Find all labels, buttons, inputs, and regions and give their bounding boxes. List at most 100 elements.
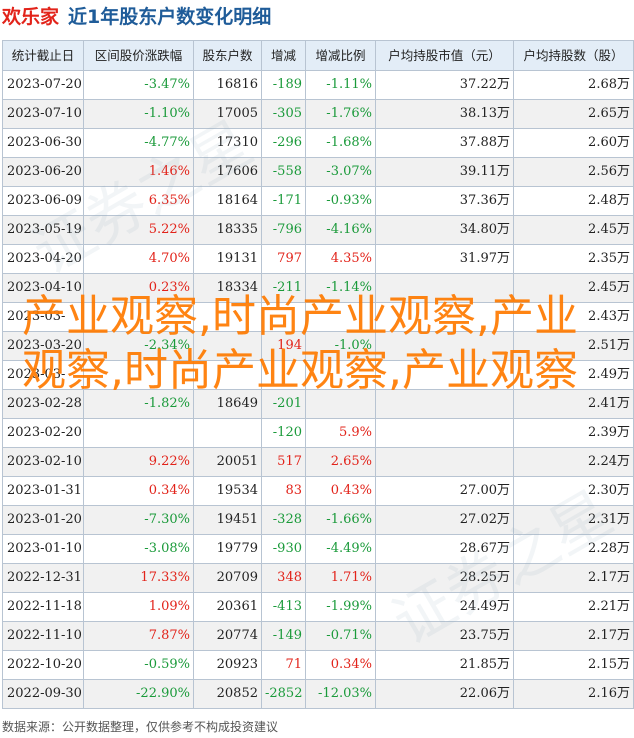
cell-avg-shares: 2.41万 xyxy=(513,389,634,419)
cell-change: -171 xyxy=(261,186,306,216)
cell-price-change xyxy=(83,302,194,332)
cell-change: 517 xyxy=(261,447,306,477)
cell-change-ratio: 0.43% xyxy=(305,476,376,506)
cell-change: -2852 xyxy=(261,679,306,709)
cell-avg-shares: 2.35万 xyxy=(513,244,634,274)
cell-change-ratio: -1.0% xyxy=(305,331,376,361)
cell-avg-value xyxy=(375,447,514,477)
cell-avg-shares: 2.56万 xyxy=(513,157,634,187)
cell-avg-value: 37.36万 xyxy=(375,186,514,216)
cell-date: 2023-07-20 xyxy=(2,70,84,100)
cell-avg-shares: 2.16万 xyxy=(513,679,634,709)
cell-holder-count xyxy=(193,360,262,390)
cell-holder-count: 19131 xyxy=(193,244,262,274)
cell-price-change: 0.34% xyxy=(83,476,194,506)
table-row: 2023-03-20 -2.34% 194 -1.0% 2.51万 xyxy=(2,331,634,361)
cell-avg-value xyxy=(375,360,514,390)
cell-change-ratio: -4.49% xyxy=(305,534,376,564)
cell-avg-value: 27.02万 xyxy=(375,505,514,535)
cell-change: -558 xyxy=(261,157,306,187)
cell-date: 2023-04-20 xyxy=(2,244,84,274)
cell-price-change: 5.22% xyxy=(83,215,194,245)
cell-change-ratio: -1.14% xyxy=(305,273,376,303)
cell-price-change: 0.23% xyxy=(83,273,194,303)
cell-avg-value: 28.25万 xyxy=(375,563,514,593)
cell-avg-value xyxy=(375,418,514,448)
cell-price-change: 7.87% xyxy=(83,621,194,651)
cell-price-change: -4.77% xyxy=(83,128,194,158)
table-row: 2022-11-18 1.09% 20361 -413 -1.99% 24.49万 2.21… xyxy=(2,592,634,622)
cell-avg-value: 21.85万 xyxy=(375,650,514,680)
cell-holder-count: 20051 xyxy=(193,447,262,477)
cell-holder-count: 17005 xyxy=(193,99,262,129)
table-row: 2023-06-09 6.35% 18164 -171 -0.93% 37.36万 2.48… xyxy=(2,186,634,216)
cell-avg-shares: 2.45万 xyxy=(513,273,634,303)
cell-change: -930 xyxy=(261,534,306,564)
cell-avg-shares: 2.17万 xyxy=(513,563,634,593)
source-note: 数据来源：公开数据整理，仅供参考不构成投资建议 xyxy=(2,720,279,734)
cell-avg-shares: 2.17万 xyxy=(513,621,634,651)
cell-price-change: 6.35% xyxy=(83,186,194,216)
cell-avg-shares: 2.21万 xyxy=(513,592,634,622)
cell-price-change: -7.30% xyxy=(83,505,194,535)
cell-date: 2023-01-31 xyxy=(2,476,84,506)
cell-date: 2023-03- xyxy=(2,360,84,390)
cell-holder-count: 18649 xyxy=(193,389,262,419)
cell-price-change: -0.59% xyxy=(83,650,194,680)
cell-avg-value: 39.11万 xyxy=(375,157,514,187)
page-title: 近1年股东户数变化明细 xyxy=(68,6,272,28)
cell-avg-shares: 2.51万 xyxy=(513,331,634,361)
cell-price-change: 1.09% xyxy=(83,592,194,622)
cell-holder-count: 20774 xyxy=(193,621,262,651)
cell-holder-count: 17310 xyxy=(193,128,262,158)
cell-change xyxy=(261,302,306,332)
cell-change-ratio: 4.35% xyxy=(305,244,376,274)
table-row: 2023-06-30 -4.77% 17310 -296 -1.68% 37.88万 2.6… xyxy=(2,128,634,158)
column-header-change-ratio[interactable]: 增减比例 xyxy=(305,40,376,71)
cell-avg-value: 23.75万 xyxy=(375,621,514,651)
column-header-avg-value[interactable]: 户均持股市值（元） xyxy=(375,40,514,71)
cell-change: -328 xyxy=(261,505,306,535)
table-row: 2023-07-20 -3.47% 16816 -189 -1.11% 37.22万 2.6… xyxy=(2,70,634,100)
cell-date: 2023-07-10 xyxy=(2,99,84,129)
cell-change-ratio: -1.11% xyxy=(305,70,376,100)
cell-date: 2022-11-18 xyxy=(2,592,84,622)
cell-price-change xyxy=(83,418,194,448)
cell-change: 797 xyxy=(261,244,306,274)
cell-change: -413 xyxy=(261,592,306,622)
cell-holder-count xyxy=(193,302,262,332)
table-row: 2023-05-19 5.22% 18335 -796 -4.16% 34.80万 2.45… xyxy=(2,215,634,245)
cell-avg-shares: 2.28万 xyxy=(513,534,634,564)
table-row: 2023-03- 2.43万 xyxy=(2,302,634,332)
cell-holder-count: 20923 xyxy=(193,650,262,680)
cell-change: 71 xyxy=(261,650,306,680)
cell-change-ratio: -3.07% xyxy=(305,157,376,187)
cell-avg-shares: 2.68万 xyxy=(513,70,634,100)
column-header-price-change[interactable]: 区间股价涨跌幅 xyxy=(83,40,194,71)
cell-avg-shares: 2.65万 xyxy=(513,99,634,129)
column-header-avg-shares[interactable]: 户均持股数（股） xyxy=(513,40,634,71)
cell-price-change: -3.47% xyxy=(83,70,194,100)
cell-date: 2023-02-10 xyxy=(2,447,84,477)
column-header-holder-count[interactable]: 股东户数 xyxy=(193,40,262,71)
table-row: 2023-03- 2.49万 xyxy=(2,360,634,390)
cell-avg-value: 38.13万 xyxy=(375,99,514,129)
column-header-change[interactable]: 增减 xyxy=(261,40,306,71)
cell-change-ratio xyxy=(305,360,376,390)
cell-change-ratio: -12.03% xyxy=(305,679,376,709)
page-header: 欢乐家 近1年股东户数变化明细 xyxy=(0,0,634,36)
cell-date: 2023-03- xyxy=(2,302,84,332)
brand-name: 欢乐家 xyxy=(2,6,60,28)
table-row: 2023-07-10 -1.10% 17005 -305 -1.76% 38.13万 2.6… xyxy=(2,99,634,129)
table-row: 2023-01-20 -7.30% 19451 -328 -1.66% 27.02万 2.3… xyxy=(2,505,634,535)
column-header-date[interactable]: 统计截止日 xyxy=(2,40,84,71)
cell-change-ratio xyxy=(305,302,376,332)
cell-price-change: 9.22% xyxy=(83,447,194,477)
cell-change-ratio: -1.99% xyxy=(305,592,376,622)
cell-avg-shares: 2.48万 xyxy=(513,186,634,216)
cell-date: 2023-02-28 xyxy=(2,389,84,419)
cell-avg-shares: 2.45万 xyxy=(513,215,634,245)
cell-change: -305 xyxy=(261,99,306,129)
cell-avg-shares: 2.30万 xyxy=(513,476,634,506)
cell-price-change: -22.90% xyxy=(83,679,194,709)
